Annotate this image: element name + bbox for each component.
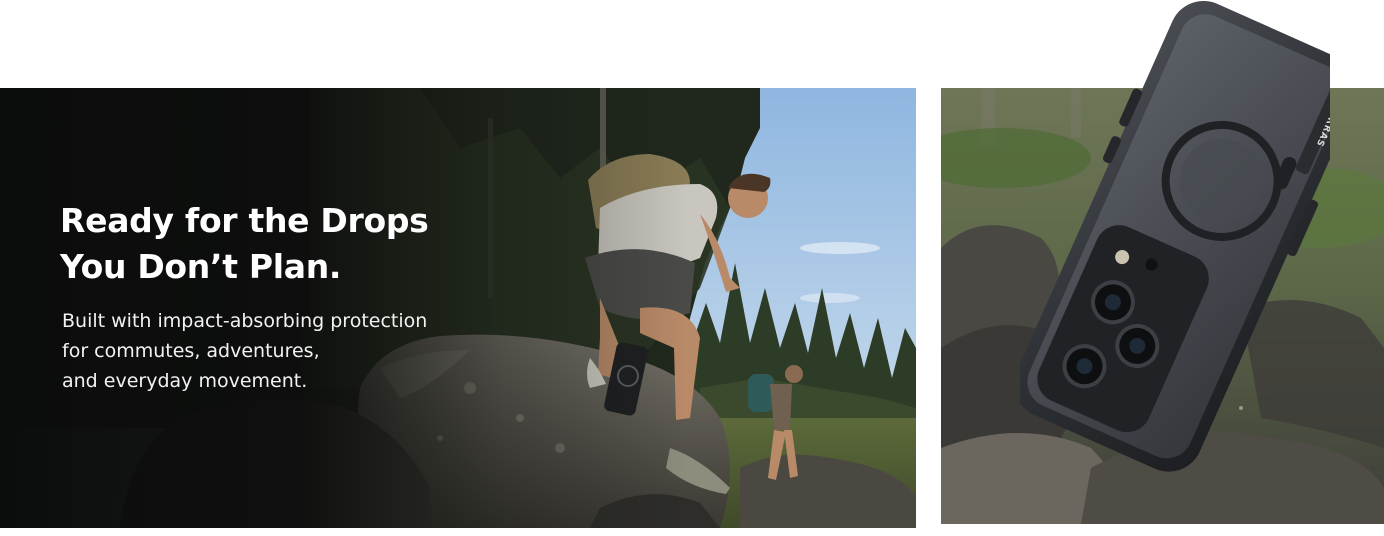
phone-case-product-image: TORRAS	[1014, 0, 1359, 500]
hero-copy: Ready for the Drops You Don’t Plan. Buil…	[60, 198, 520, 396]
hero-subtitle-line-3: and everyday movement.	[62, 370, 308, 392]
hero-subtitle-line-1: Built with impact-absorbing protection	[62, 310, 428, 332]
hero-subtitle-line-2: for commutes, adventures,	[62, 340, 320, 362]
hero-title: Ready for the Drops You Don’t Plan.	[60, 198, 520, 290]
hero-title-line-1: Ready for the Drops	[60, 201, 429, 240]
hero-title-line-2: You Don’t Plan.	[60, 247, 342, 286]
hero-banner: Ready for the Drops You Don’t Plan. Buil…	[0, 88, 916, 528]
phone-case-illustration: TORRAS	[1014, 0, 1359, 472]
hero-subtitle: Built with impact-absorbing protection f…	[62, 306, 520, 396]
